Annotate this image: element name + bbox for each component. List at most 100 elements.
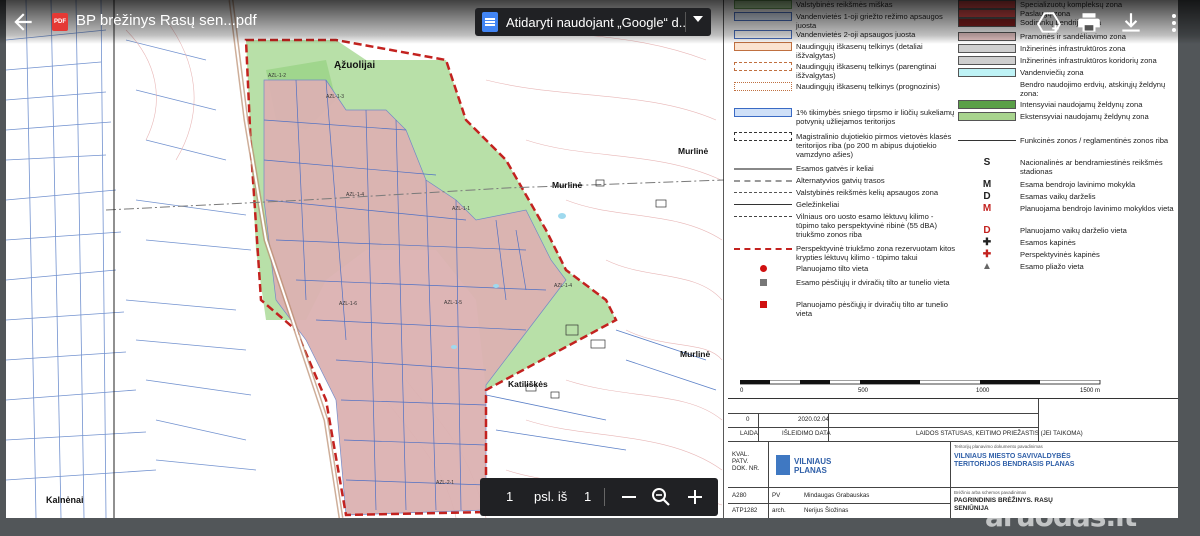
more-options-button[interactable] xyxy=(1164,10,1184,36)
zoom-out-button[interactable] xyxy=(618,486,640,508)
legend-text: Perspektyvinė triukšmo zona rezervuotam … xyxy=(796,244,956,262)
legend-symbol xyxy=(958,68,1016,77)
legend-symbol xyxy=(734,82,792,91)
legend-item: Naudingųjų iškasenų telkinys (prognozini… xyxy=(734,82,958,94)
legend-item: Vandenviečių zona xyxy=(958,68,1178,80)
legend-text: Geležinkeliai xyxy=(796,200,840,209)
legend-text: Bendro naudojimo erdvių, atskirųjų želdy… xyxy=(1020,80,1166,98)
download-button[interactable] xyxy=(1118,10,1144,36)
legend-item: Inžinerinės infrastruktūros koridorių zo… xyxy=(958,56,1178,68)
zone-label: AZL-1-5 xyxy=(444,300,462,306)
legend-text: Planuojamo tilto vieta xyxy=(796,264,869,273)
plus-icon xyxy=(688,490,702,504)
legend-text: Valstybinės reikšmės kelių apsaugos zona xyxy=(796,188,939,197)
legend-item: Planuojamo pėsčiųjų ir dviračių tilto ar… xyxy=(734,300,958,318)
legend-text: Naudingųjų iškasenų telkinys (parengtina… xyxy=(796,62,937,80)
legend-text: Alternatyvios gatvių trasos xyxy=(796,176,885,185)
col-date: IŠLEIDIMO DATA xyxy=(782,430,831,437)
chevron-down-icon[interactable] xyxy=(693,16,703,22)
zone-label: AZL-2-1 xyxy=(436,480,454,486)
legend-text: Nacionalinės ar bendramiestinės reikšmės… xyxy=(1020,158,1163,176)
legend-text: Ekstensyviai naudojamų želdynų zona xyxy=(1020,112,1149,121)
legend-item: D Planuojamo vaikų darželio vieta xyxy=(958,226,1178,238)
more-vert-icon xyxy=(1172,14,1176,32)
legend-text: Planuojamo vaikų darželio vieta xyxy=(1020,226,1127,235)
legend-text: Esama bendrojo lavinimo mokykla xyxy=(1020,180,1136,189)
map-label-murline-3: Murlinė xyxy=(680,349,710,359)
download-icon xyxy=(1122,13,1140,32)
legend-text: Naudingųjų iškasenų telkinys (detaliai i… xyxy=(796,42,923,60)
print-button[interactable] xyxy=(1076,10,1102,36)
zoom-in-button[interactable] xyxy=(684,486,706,508)
legend-item: Magistralinio dujotiekio pirmos vietovės… xyxy=(734,132,958,159)
legend-text: Perspektyvinės kapinės xyxy=(1020,250,1100,259)
legend-text: Esamos kapinės xyxy=(1020,238,1076,247)
legend-item: Esamos gatvės ir keliai xyxy=(734,164,958,176)
file-title: BP brėžinys Rasų sen...pdf xyxy=(76,12,257,29)
map-label-azuolijai: Ąžuolijai xyxy=(334,60,375,71)
legend-text: Esamo pėsčiųjų ir dviračių tilto ar tune… xyxy=(796,278,950,287)
staff-name: Nerijus Šiožinas xyxy=(804,507,849,514)
legend-symbol: ✚ xyxy=(982,249,992,260)
legend-symbol xyxy=(958,56,1016,65)
legend-text: Esamo pliažo vieta xyxy=(1020,262,1084,271)
legend-text: Inžinerinės infrastruktūros zona xyxy=(1020,44,1126,53)
legend-symbol xyxy=(958,140,1016,141)
add-to-drive-button[interactable] xyxy=(1036,10,1062,36)
legend-item: Naudingųjų iškasenų telkinys (parengtina… xyxy=(734,62,958,80)
legend-symbol xyxy=(734,278,792,287)
scale-tick: 0 xyxy=(740,388,744,394)
legend-item: Valstybinės reikšmės kelių apsaugos zona xyxy=(734,188,958,200)
legend-text: Planuojamo pėsčiųjų ir dviračių tilto ar… xyxy=(796,300,948,318)
legend-text: Intensyviai naudojamų želdynų zona xyxy=(1020,100,1143,109)
zone-label: AZL-1-6 xyxy=(339,301,357,307)
legend-text: Inžinerinės infrastruktūros koridorių zo… xyxy=(1020,56,1157,65)
legend-symbol: S xyxy=(983,157,991,168)
open-with-label: Atidaryti naudojant „Google“ d... xyxy=(506,14,686,30)
pdf-page[interactable]: Ąžuolijai Murlinė Murlinė Murlinė Katili… xyxy=(6,0,1178,518)
legend-text: Vilniaus oro uosto esamo lėktuvų kilimo … xyxy=(796,212,937,239)
pdf-viewer: Ąžuolijai Murlinė Murlinė Murlinė Katili… xyxy=(0,0,1200,536)
legend-item: S Nacionalinės ar bendramiestinės reikšmė… xyxy=(958,157,1178,177)
legend-symbol xyxy=(958,100,1016,109)
legend-text: Naudingųjų iškasenų telkinys (prognozini… xyxy=(796,82,940,91)
legend-symbol xyxy=(734,216,792,217)
zone-label: AZL-1-4 xyxy=(346,192,364,198)
map-label-murline-2: Murlinė xyxy=(678,146,708,156)
scale-tick: 1500 m xyxy=(1080,388,1100,394)
legend-item: ▲ Esamo pliažo vieta xyxy=(958,262,1178,274)
legend-item: Intensyviai naudojamų želdynų zona xyxy=(958,100,1178,112)
zone-label: AZL-1-4 xyxy=(554,283,572,289)
open-with-button[interactable]: Atidaryti naudojant „Google“ d... xyxy=(475,8,711,36)
legend-item: Ekstensyviai naudojamų želdynų zona xyxy=(958,112,1178,124)
legend-text: Vandenviečių zona xyxy=(1020,68,1084,77)
page-controls: 1 psl. iš 1 xyxy=(480,478,718,516)
legend-symbol xyxy=(734,248,792,250)
scale-bar: 0 500 1000 1500 m xyxy=(740,380,1101,394)
legend-item: M Esama bendrojo lavinimo mokykla xyxy=(958,180,1178,192)
kval-label: KVAL. PATV. DOK. NR. xyxy=(732,451,760,472)
legend-item: Planuojamo tilto vieta xyxy=(734,264,958,276)
back-button[interactable] xyxy=(10,9,36,35)
scale-tick: 500 xyxy=(858,388,869,394)
zoom-button[interactable] xyxy=(650,486,672,508)
legend-symbol xyxy=(734,264,792,273)
sheet-caption: Brėžinio arba schemos pavadinimas xyxy=(954,490,1027,495)
org-name: VILNIAUS PLANAS xyxy=(794,457,832,475)
map-area[interactable]: Ąžuolijai Murlinė Murlinė Murlinė Katili… xyxy=(6,0,724,518)
legend-symbol: D xyxy=(983,191,991,202)
legend-item: Bendro naudojimo erdvių, atskirųjų želdy… xyxy=(958,80,1178,98)
staff-role: arch. xyxy=(772,507,786,514)
add-to-drive-icon xyxy=(1037,12,1061,33)
rev-number: 0 xyxy=(746,416,750,423)
page-number-input[interactable]: 1 xyxy=(506,489,513,504)
page-total: 1 xyxy=(584,489,592,504)
arrow-left-icon xyxy=(14,13,32,31)
legend-text: Esamos gatvės ir keliai xyxy=(796,164,874,173)
map-legend: Valstybinės reikšmės miškasVandenvietės … xyxy=(728,0,1178,518)
org-logo xyxy=(776,455,790,475)
legend-item: Funkcinės zonos / reglamentinės zonos ri… xyxy=(958,136,1178,148)
staff-code: A280 xyxy=(732,492,747,499)
legend-symbol xyxy=(958,80,1016,89)
staff-role: PV xyxy=(772,492,781,499)
